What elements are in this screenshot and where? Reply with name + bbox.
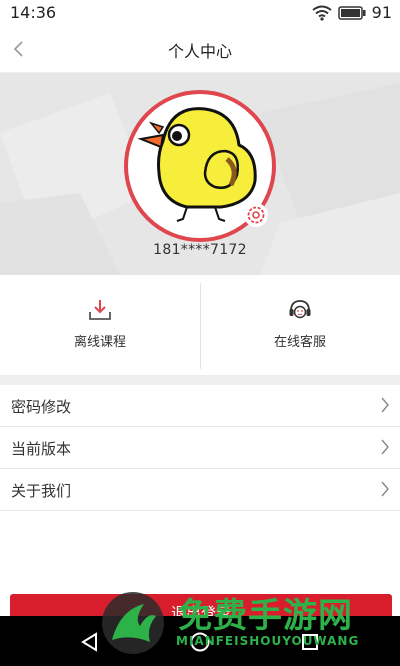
avatar-settings-button[interactable]	[244, 203, 268, 227]
menu-item-label: 密码修改	[11, 398, 72, 416]
battery-icon	[337, 5, 366, 20]
watermark: 免费手游网 MIANFEISHOUYOUWANG	[96, 586, 396, 666]
chevron-right-icon	[381, 481, 389, 497]
headset-icon	[289, 300, 311, 319]
wifi-icon	[312, 5, 332, 21]
gear-icon	[247, 206, 265, 224]
status-time: 14:36	[10, 3, 57, 22]
offline-courses-button[interactable]: 离线课程	[0, 275, 200, 375]
watermark-logo	[102, 592, 164, 654]
menu-item-label: 关于我们	[11, 482, 72, 500]
user-phone: 181****7172	[153, 242, 247, 258]
quick-actions: 离线课程 在线客服	[0, 275, 400, 376]
chevron-right-icon	[381, 439, 389, 455]
status-bar: 14:36 91	[0, 0, 400, 26]
download-icon	[89, 300, 111, 320]
menu-item-change-password[interactable]: 密码修改	[0, 385, 400, 427]
menu-item-label: 当前版本	[11, 440, 72, 458]
customer-service-label: 在线客服	[273, 335, 326, 350]
settings-menu: 密码修改 当前版本 关于我们	[0, 385, 400, 511]
customer-service-button[interactable]: 在线客服	[200, 275, 400, 375]
section-gap	[0, 376, 400, 385]
watermark-title: 免费手游网	[178, 596, 353, 636]
page-title: 个人中心	[167, 42, 232, 61]
status-icons: 91	[312, 3, 392, 22]
battery-level: 91	[371, 3, 392, 22]
nav-bar: 个人中心	[0, 26, 400, 73]
menu-item-current-version[interactable]: 当前版本	[0, 427, 400, 469]
menu-item-about-us[interactable]: 关于我们	[0, 469, 400, 511]
profile-header: 181****7172	[0, 73, 400, 275]
offline-courses-label: 离线课程	[73, 335, 126, 350]
watermark-subtitle: MIANFEISHOUYOUWANG	[176, 634, 360, 648]
chevron-right-icon	[381, 397, 389, 413]
